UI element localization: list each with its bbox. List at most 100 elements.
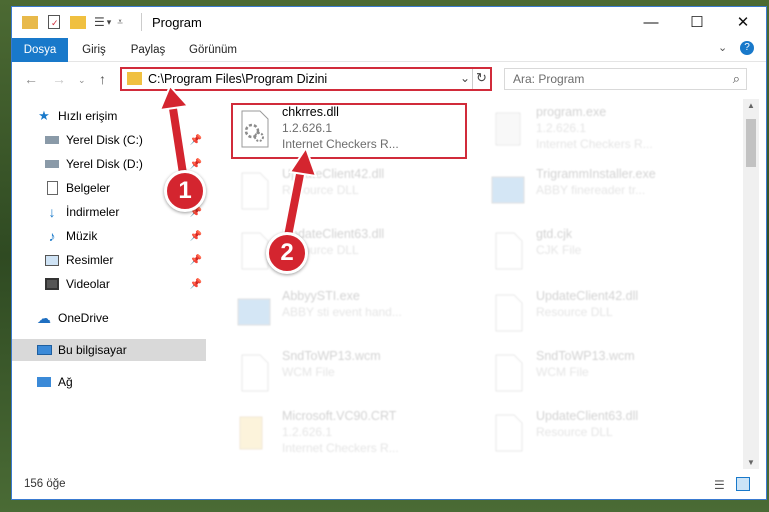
folder-file-icon	[239, 416, 263, 450]
dll-file-icon	[241, 172, 269, 210]
file-item[interactable]: AbbyySTI.exe ABBY sti event hand...	[234, 289, 469, 341]
sidebar-item-pictures[interactable]: Resimler 📌	[12, 249, 206, 271]
up-arrow-icon[interactable]: ↑	[99, 71, 106, 87]
folder-icon	[127, 72, 142, 85]
refresh-icon[interactable]: ↻	[476, 70, 487, 86]
file-highlight-box	[231, 103, 467, 159]
pin-icon[interactable]: 📌	[190, 255, 202, 266]
ribbon: Dosya Giriş Paylaş Görünüm ⌄ ?	[12, 38, 766, 62]
sidebar-item-label: Belgeler	[66, 181, 111, 195]
file-item[interactable]: Microsoft.VC90.CRT 1.2.626.1 Internet Ch…	[234, 409, 469, 461]
annotation-step-2: 2	[266, 232, 308, 274]
pin-icon[interactable]: 📌	[190, 279, 202, 290]
music-icon: ♪	[48, 228, 56, 244]
search-icon[interactable]: ⌕	[733, 71, 740, 87]
chevron-down-icon[interactable]: ⌄	[460, 71, 470, 85]
sidebar-item-this-pc[interactable]: Bu bilgisayar	[12, 339, 206, 361]
tab-paylas[interactable]: Paylaş	[124, 38, 172, 62]
minimize-button[interactable]: —	[628, 7, 674, 37]
pictures-icon	[44, 252, 60, 268]
sidebar-item-music[interactable]: ♪ Müzik 📌	[12, 225, 206, 247]
pin-icon[interactable]: 📌	[190, 231, 202, 242]
explorer-window: ✓ ☰ ▾ ⩡ Program — ☐ ✕ Dosya Giriş Paylaş…	[11, 6, 767, 500]
file-name: program.exe	[536, 105, 607, 119]
search-input[interactable]: Ara: Program ⌕	[504, 68, 747, 90]
title-bar: ✓ ☰ ▾ ⩡ Program — ☐ ✕	[12, 7, 766, 38]
sidebar-item-label: Yerel Disk (C:)	[66, 133, 143, 147]
file-item[interactable]: TrigrammInstaller.exe ABBY finereader tr.…	[488, 167, 723, 219]
navigation-bar: ← → ⌄ ↑ C:\Program Files\Program Dizini …	[12, 63, 766, 95]
file-version: 1.2.626.1	[282, 425, 333, 439]
tab-gorunum[interactable]: Görünüm	[184, 38, 242, 62]
tab-giris[interactable]: Giriş	[74, 38, 114, 62]
download-icon: ↓	[48, 204, 56, 220]
sidebar-item-label: Yerel Disk (D:)	[66, 157, 143, 171]
file-description: Internet Checkers R...	[536, 137, 653, 151]
file-item[interactable]: UpdateClient42.dll Resource DLL	[234, 167, 469, 219]
drive-icon	[44, 156, 60, 172]
sidebar-item-onedrive[interactable]: ☁ OneDrive	[12, 307, 206, 329]
file-name: UpdateClient63.dll	[536, 409, 639, 423]
close-button[interactable]: ✕	[720, 7, 766, 37]
sidebar-item-label: Resimler	[66, 253, 114, 267]
back-arrow-icon[interactable]: ←	[24, 71, 38, 87]
quick-access-toolbar: ✓ ☰ ▾ ⩡	[22, 13, 123, 31]
details-view-icon[interactable]: ☰	[714, 478, 725, 492]
generic-file-icon	[241, 354, 269, 392]
exe-file-icon	[495, 112, 521, 146]
tiles-view-icon[interactable]	[736, 477, 750, 491]
file-item[interactable]: program.exe 1.2.626.1 Internet Checkers …	[488, 105, 723, 157]
properties-icon[interactable]: ✓	[48, 15, 60, 29]
file-item[interactable]: gtd.cjk CJK File	[488, 227, 723, 279]
scrollbar-thumb[interactable]	[746, 119, 756, 167]
file-type: Resource DLL	[536, 305, 613, 319]
forward-arrow-icon[interactable]: →	[52, 71, 66, 87]
star-icon: ★	[38, 108, 50, 123]
sidebar-item-label: İndirmeler	[66, 205, 120, 219]
tab-dosya[interactable]: Dosya	[12, 38, 68, 62]
new-folder-icon[interactable]	[70, 15, 86, 29]
file-type: CJK File	[536, 243, 582, 257]
chevron-down-icon[interactable]: ▼	[747, 458, 755, 467]
divider	[472, 69, 473, 89]
generic-file-icon	[495, 354, 523, 392]
computer-icon	[36, 342, 52, 358]
file-name: AbbyySTI.exe	[282, 289, 360, 303]
dll-file-icon	[495, 414, 523, 452]
file-name: Microsoft.VC90.CRT	[282, 409, 397, 423]
chevron-down-icon[interactable]: ⌄	[718, 41, 727, 54]
item-count: 156 öğe	[24, 478, 66, 490]
file-name: UpdateClient42.dll	[536, 289, 639, 303]
file-item[interactable]: SndToWP13.wcm WCM File	[488, 349, 723, 401]
file-item[interactable]: UpdateClient42.dll Resource DLL	[488, 289, 723, 341]
file-type: ABBY sti event hand...	[282, 305, 402, 319]
window-title: Program	[152, 15, 202, 30]
exe-file-icon	[237, 298, 271, 326]
file-name: gtd.cjk	[536, 227, 573, 241]
help-icon[interactable]: ?	[740, 41, 754, 55]
drive-icon	[44, 132, 60, 148]
generic-file-icon	[495, 232, 523, 270]
file-description: Internet Checkers R...	[282, 441, 399, 455]
sidebar-item-videos[interactable]: Videolar 📌	[12, 273, 206, 295]
sidebar-item-label: Hızlı erişim	[58, 109, 118, 123]
chevron-down-icon[interactable]: ▾	[107, 17, 112, 28]
sidebar-item-network[interactable]: Ağ	[12, 371, 206, 393]
divider	[141, 13, 142, 31]
file-item[interactable]: SndToWP13.wcm WCM File	[234, 349, 469, 401]
vertical-scrollbar[interactable]: ▲ ▼	[743, 99, 759, 469]
customize-icon[interactable]: ⩡	[117, 17, 123, 28]
maximize-button[interactable]: ☐	[674, 7, 720, 37]
file-name: TrigrammInstaller.exe	[536, 167, 656, 181]
sidebar-item-label: OneDrive	[58, 311, 109, 325]
video-icon	[44, 276, 60, 292]
file-name: SndToWP13.wcm	[282, 349, 381, 363]
layout-icon[interactable]: ☰	[94, 15, 105, 29]
document-icon	[44, 180, 60, 196]
file-item[interactable]: UpdateClient63.dll Resource DLL	[488, 409, 723, 461]
folder-icon[interactable]	[22, 15, 38, 29]
network-icon	[36, 374, 52, 390]
file-name: SndToWP13.wcm	[536, 349, 635, 363]
chevron-up-icon[interactable]: ▲	[747, 101, 755, 110]
chevron-down-icon[interactable]: ⌄	[78, 75, 86, 86]
